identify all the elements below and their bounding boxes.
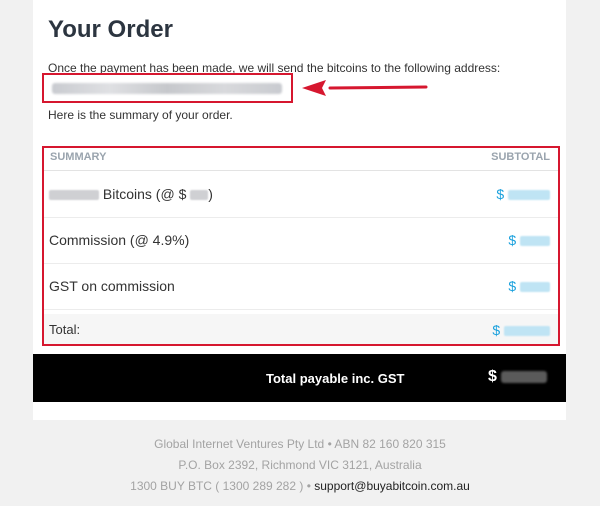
table-row-bitcoins: Bitcoins (@ $ ) $ [44, 171, 558, 218]
table-row-total: Total: $ [44, 314, 558, 344]
bitcoin-amount-redacted [49, 190, 99, 201]
bitcoins-subtotal: $ [496, 186, 550, 202]
total-payable-label: Total payable inc. GST [266, 371, 405, 386]
bitcoins-label: Bitcoins (@ $ ) [49, 186, 213, 202]
bitcoin-address-highlight [42, 73, 293, 103]
table-row-gst: GST on commission $ [44, 263, 558, 310]
order-summary-table: SUMMARY SUBTOTAL Bitcoins (@ $ ) $ Commi… [42, 146, 560, 346]
arrow-left-icon [302, 80, 428, 96]
summary-column-header: SUMMARY [50, 151, 107, 163]
table-row-commission: Commission (@ 4.9%) $ [44, 217, 558, 264]
page-title: Your Order [48, 16, 173, 43]
total-payable-redacted [500, 370, 547, 383]
subtotal-column-header: SUBTOTAL [491, 151, 550, 163]
total-payable-bar: Total payable inc. GST $ [33, 354, 566, 402]
summary-header: SUMMARY SUBTOTAL [44, 148, 558, 171]
total-label: Total: [49, 322, 81, 337]
support-email-link[interactable]: support@buyabitcoin.com.au [314, 479, 470, 493]
gst-label: GST on commission [49, 278, 175, 294]
footer-contact: 1300 BUY BTC ( 1300 289 282 ) • support@… [130, 479, 470, 493]
bitcoin-address-redacted [52, 83, 282, 94]
footer-company: Global Internet Ventures Pty Ltd • ABN 8… [154, 437, 446, 451]
gst-subtotal: $ [508, 278, 550, 294]
total-subtotal: $ [492, 322, 550, 338]
commission-subtotal: $ [508, 232, 550, 248]
bitcoin-rate-redacted [190, 190, 209, 201]
footer: Global Internet Ventures Pty Ltd • ABN 8… [0, 434, 600, 497]
total-payable-value: $ [488, 368, 547, 386]
commission-label: Commission (@ 4.9%) [49, 232, 190, 248]
summary-note-text: Here is the summary of your order. [48, 108, 233, 122]
footer-address: P.O. Box 2392, Richmond VIC 3121, Austra… [178, 458, 422, 472]
